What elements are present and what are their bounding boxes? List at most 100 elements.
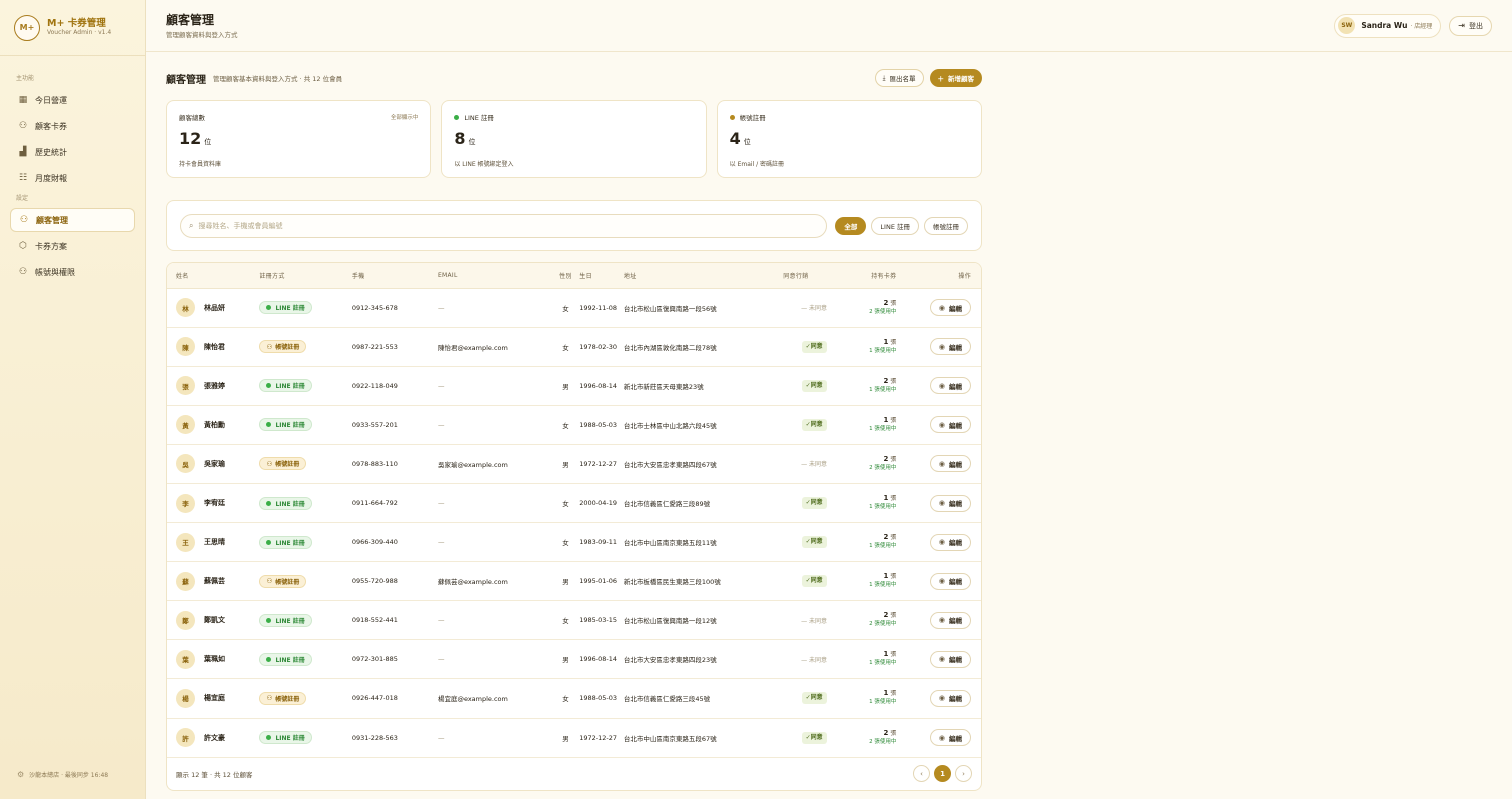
cell-registration: ⚇ 帳號註冊 — [259, 444, 352, 484]
add-customer-button[interactable]: ＋ 新增顧客 — [929, 69, 982, 87]
stat-corner-note: 全部顯示中 — [390, 115, 419, 121]
card-count-unit: 張 — [890, 612, 897, 620]
sidebar-item-today-ops[interactable]: ▦ 今日營運 — [10, 88, 135, 112]
account-badge: ⚇ 帳號註冊 — [259, 574, 307, 588]
consent-yes-badge: ✓同意 — [801, 379, 827, 392]
card-count: 2張 — [845, 533, 897, 542]
edit-label: 編輯 — [949, 500, 962, 509]
filter-line-chip[interactable]: LINE 註冊 — [871, 216, 919, 235]
edit-button[interactable]: ◉ 編輯 — [929, 689, 971, 707]
cell-birthday: 1985-03-15 — [579, 600, 624, 641]
sidebar-item-label: 帳號與權限 — [35, 267, 75, 277]
edit-button[interactable]: ◉ 編輯 — [929, 299, 971, 317]
cards-in-use: 1 張使用中 — [869, 699, 897, 706]
logout-button[interactable]: ⇥ 登出 — [1449, 15, 1492, 36]
export-button[interactable]: ⤓ 匯出名單 — [874, 69, 924, 87]
cell-consent: — 未同意 — [783, 639, 845, 680]
cell-consent: — 未同意 — [783, 444, 845, 484]
search-input[interactable] — [198, 221, 819, 230]
sidebar-item-history-stats[interactable]: ▟ 歷史統計 — [10, 140, 135, 164]
cell-gender: 男 — [551, 561, 580, 602]
filter-all-chip[interactable]: 全部 — [835, 216, 867, 235]
edit-label: 編輯 — [949, 656, 962, 665]
cell-birthday: 1996-08-14 — [579, 639, 624, 680]
cell-address: 台北市松山區復興南路一段12號 — [623, 600, 784, 641]
stat-card: 顧客總數 全部顯示中 12 位持卡會員資料庫 — [166, 100, 432, 178]
cell-phone: 0966-309-440 — [351, 522, 438, 563]
cell-name: 葉葉珮如 — [167, 639, 260, 680]
customer-name: 許文豪 — [204, 733, 225, 742]
sidebar-item-label: 月度財報 — [35, 173, 67, 183]
col-email-header: EMAIL — [437, 263, 552, 289]
user-name: Sandra Wu — [1361, 21, 1408, 30]
cell-consent: ✓同意 — [783, 561, 845, 602]
stat-value: 4 — [729, 129, 741, 148]
cell-email: 蘇佩芸@example.com — [437, 561, 552, 602]
edit-button[interactable]: ◉ 編輯 — [929, 455, 971, 473]
cell-email: — — [437, 405, 552, 445]
cell-actions: ◉ 編輯 — [904, 444, 981, 484]
cell-cards: 2張2 張使用中 — [844, 600, 905, 641]
eye-icon: ◉ — [938, 499, 945, 508]
edit-button[interactable]: ◉ 編輯 — [929, 416, 971, 434]
edit-button[interactable]: ◉ 編輯 — [929, 650, 971, 668]
dashboard-icon: ▦ — [18, 95, 28, 105]
card-count-unit: 張 — [890, 299, 897, 307]
customer-avatar: 張 — [176, 376, 195, 396]
customer-avatar: 蘇 — [176, 571, 195, 591]
page-1-button[interactable]: 1 — [934, 765, 951, 783]
edit-button[interactable]: ◉ 編輯 — [929, 494, 971, 512]
edit-button[interactable]: ◉ 編輯 — [929, 533, 971, 551]
cell-cards: 1張1 張使用中 — [844, 639, 905, 680]
col-gender-header: 性別 — [551, 263, 580, 289]
cell-address: 台北市信義區仁愛路三段45號 — [623, 678, 784, 719]
customer-name: 張雅婷 — [204, 381, 225, 390]
prev-page-button[interactable]: ‹ — [913, 765, 930, 783]
edit-button[interactable]: ◉ 編輯 — [929, 611, 971, 629]
card-count-value: 1 — [883, 494, 889, 503]
line-dot-icon — [266, 422, 272, 428]
cell-email: — — [437, 600, 552, 641]
stat-card: LINE 註冊 8 位以 LINE 帳號綁定登入 — [441, 100, 707, 178]
sidebar-item-label: 今日營運 — [35, 95, 67, 105]
sidebar-item-customer-vouchers[interactable]: ⚇ 顧客卡券 — [10, 114, 135, 138]
sidebar-item-monthly-report[interactable]: ☷ 月度財報 — [10, 166, 135, 190]
line-badge: LINE 註冊 — [259, 613, 312, 627]
cell-consent: ✓同意 — [783, 405, 845, 445]
users-icon: ⚇ — [19, 215, 29, 225]
cell-registration: ⚇ 帳號註冊 — [259, 327, 352, 367]
customer-avatar: 鄭 — [176, 610, 195, 630]
consent-yes-badge: ✓同意 — [801, 536, 827, 549]
brand-name: M+ 卡券管理 — [47, 18, 106, 29]
cell-registration: LINE 註冊 — [259, 600, 352, 641]
card-count-unit: 張 — [890, 338, 897, 346]
edit-button[interactable]: ◉ 編輯 — [929, 572, 971, 590]
consent-no-label: — 未同意 — [801, 305, 828, 313]
cell-cards: 1張1 張使用中 — [844, 483, 905, 524]
user-menu[interactable]: SW Sandra Wu · 店經理 — [1334, 13, 1442, 38]
customer-avatar: 陳 — [176, 337, 195, 357]
sidebar-item-voucher-plans[interactable]: ⬡ 卡券方案 — [10, 234, 135, 258]
badge-label: 帳號註冊 — [275, 344, 300, 352]
edit-label: 編輯 — [949, 734, 962, 743]
cards-in-use: 1 張使用中 — [869, 582, 897, 589]
cell-consent: ✓同意 — [783, 522, 845, 563]
chart-icon: ▟ — [19, 147, 27, 157]
stat-label: LINE 註冊 — [454, 112, 693, 122]
sidebar-item-customer-management[interactable]: ⚇ 顧客管理 — [10, 208, 135, 232]
next-page-button[interactable]: › — [955, 765, 972, 783]
sidebar-item-accounts-permissions[interactable]: ⚇ 帳號與權限 — [10, 260, 135, 284]
customer-table-card: 姓名 註冊方式 手機 EMAIL 性別 生日 地址 同意行銷 持有卡券 操作 林林品妍 LINE 註… — [166, 262, 982, 791]
card-count: 1張 — [845, 650, 897, 659]
card-count-value: 1 — [883, 689, 889, 698]
filter-account-chip[interactable]: 帳號註冊 — [924, 216, 968, 235]
badge-label: LINE 註冊 — [275, 735, 305, 743]
table-row: 張張雅婷 LINE 註冊 0922-118-049— 男 1996-08-14 新北市新莊… — [167, 366, 981, 406]
table-row: 吳吳家瑜 ⚇ 帳號註冊 0978-883-110 吳家瑜@example.com 男 197… — [167, 444, 981, 484]
edit-button[interactable]: ◉ 編輯 — [929, 729, 971, 747]
cell-phone: 0911-664-792 — [351, 483, 438, 524]
plus-icon: ＋ — [937, 75, 945, 83]
edit-button[interactable]: ◉ 編輯 — [929, 338, 971, 356]
edit-button[interactable]: ◉ 編輯 — [929, 377, 971, 395]
col-registration-header: 註冊方式 — [259, 263, 352, 289]
